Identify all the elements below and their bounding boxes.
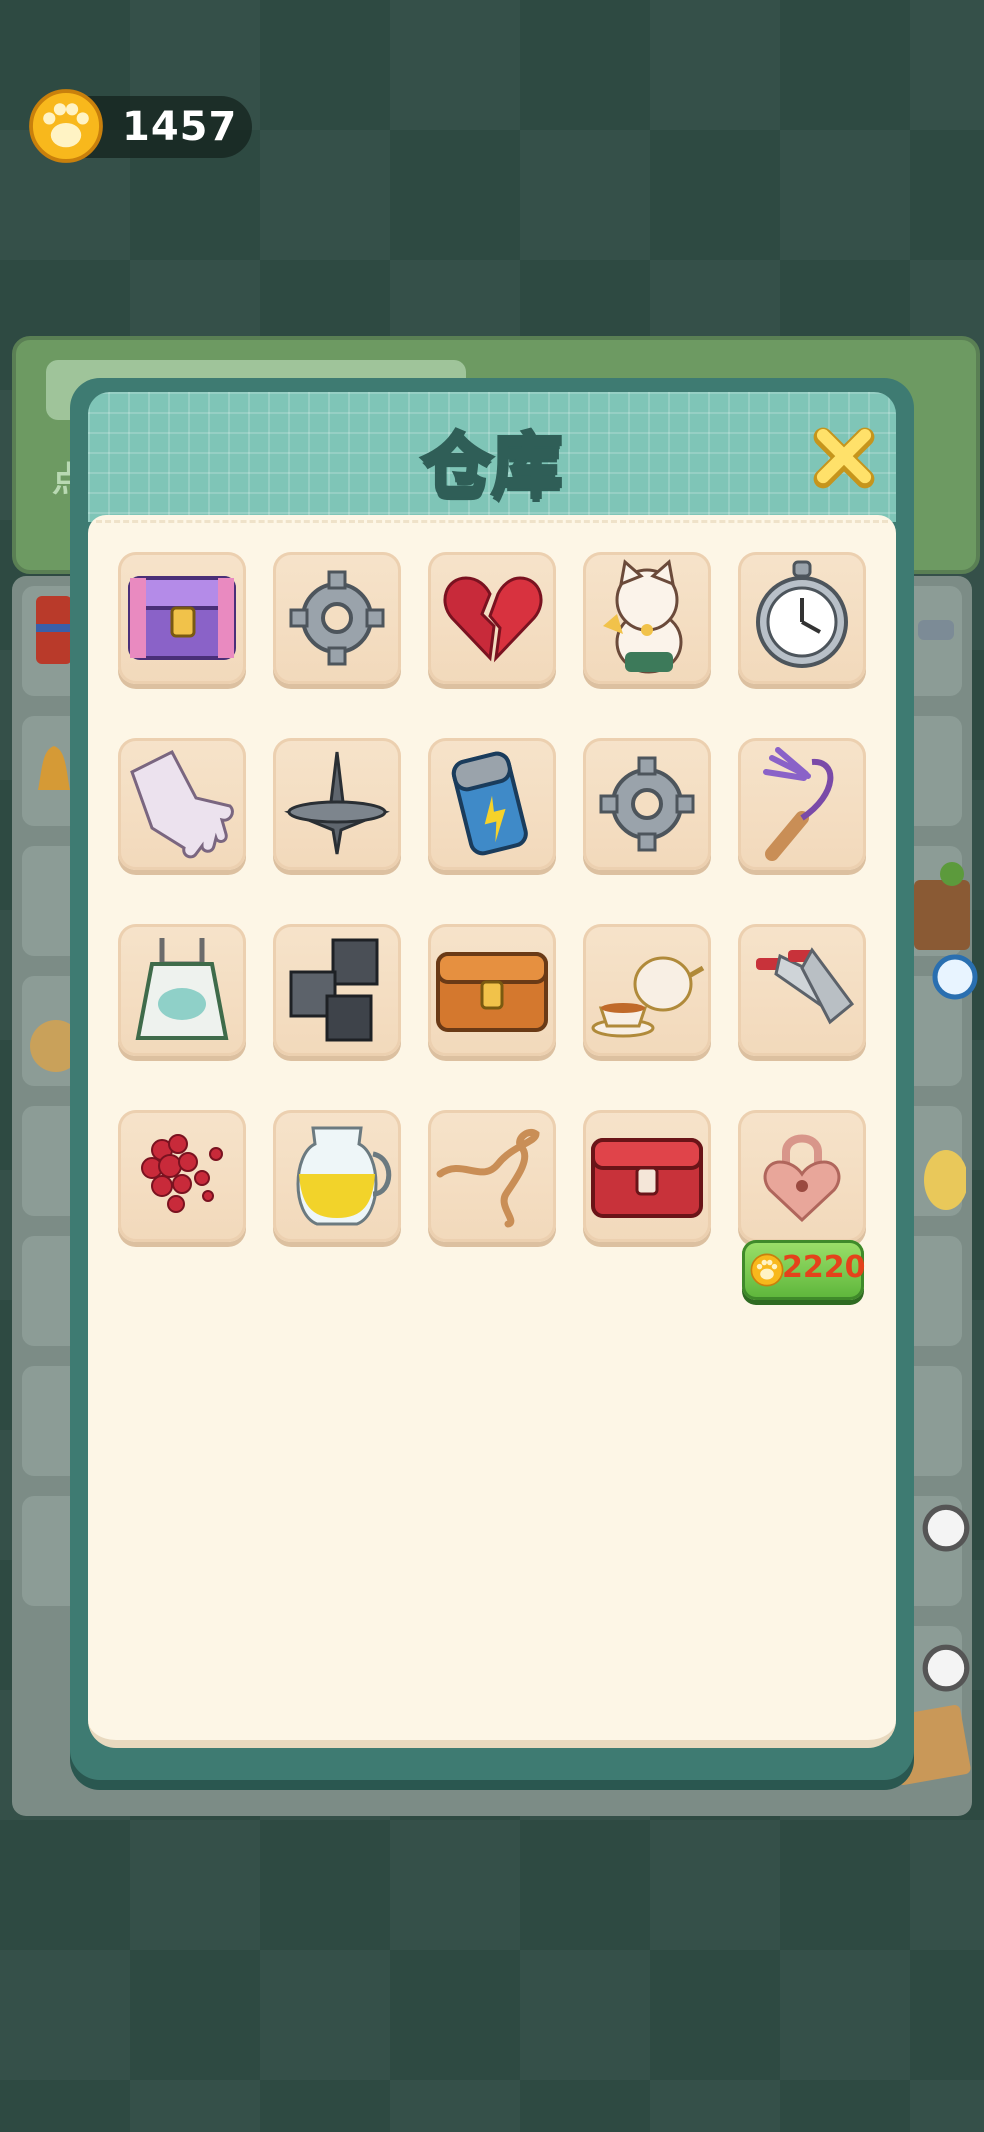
peek-bell-icon [38, 746, 70, 790]
pocket-watch-icon [756, 560, 848, 668]
tea-set-icon [591, 956, 705, 1038]
inventory-slot[interactable] [118, 924, 246, 1056]
gear-icon [599, 756, 695, 852]
locked-slot[interactable] [738, 1110, 866, 1242]
close-icon[interactable] [806, 420, 882, 496]
lucky-cat-icon [603, 559, 683, 674]
inventory-slot[interactable] [118, 738, 246, 870]
paw-coin-icon [750, 1253, 784, 1287]
inventory-slot[interactable] [273, 552, 401, 684]
broken-heart-icon [443, 576, 543, 663]
inventory-slot[interactable] [428, 924, 556, 1056]
inventory-slot[interactable] [583, 1110, 711, 1242]
spinning-top-icon [284, 751, 390, 855]
peek-tool-icon [918, 620, 954, 640]
currency-amount: 1457 [122, 104, 238, 150]
peek-stopwatch-icon [922, 1644, 970, 1692]
inventory-slot[interactable] [118, 552, 246, 684]
red-chest-icon [591, 1138, 703, 1218]
wooden-chest-icon [436, 952, 548, 1032]
inventory-slot[interactable] [583, 924, 711, 1056]
red-petals-icon [141, 1134, 223, 1213]
unlock-price: 2220 [782, 1250, 866, 1285]
rubber-glove-icon [130, 749, 234, 859]
inventory-slot[interactable] [273, 1110, 401, 1242]
inventory-slot[interactable] [738, 552, 866, 684]
rope-icon [436, 1129, 540, 1228]
battery-icon [451, 751, 528, 856]
peek-crate-icon [914, 862, 970, 950]
inventory-slot[interactable] [118, 1110, 246, 1242]
cleaver-knives-icon [756, 947, 855, 1025]
locked-slot-icon [763, 1134, 841, 1223]
purple-chest-icon [128, 576, 236, 660]
inventory-slot[interactable] [428, 1110, 556, 1242]
header-divider [96, 520, 888, 523]
peek-food-icon [924, 1150, 966, 1210]
gear-icon [289, 570, 385, 666]
currency-display[interactable]: 1457 [29, 89, 252, 163]
inventory-slot[interactable] [583, 552, 711, 684]
peek-paw-cookie-icon [30, 1020, 72, 1072]
inventory-slot[interactable] [273, 738, 401, 870]
oil-jug-icon [296, 1126, 392, 1226]
whip-icon [763, 747, 834, 861]
peek-stopwatch-icon [922, 1504, 970, 1552]
peek-stopwatch-icon [932, 954, 978, 1000]
cat-apron-icon [135, 938, 229, 1040]
warehouse-title: 仓库 [420, 423, 564, 509]
inventory-slot[interactable] [273, 924, 401, 1056]
inventory-slot[interactable] [583, 738, 711, 870]
peek-red-box-icon [36, 596, 72, 664]
inventory-slot[interactable] [428, 552, 556, 684]
inventory-slot[interactable] [428, 738, 556, 870]
unlock-slot-button[interactable]: 2220 [742, 1240, 866, 1300]
metal-cubes-icon [289, 938, 379, 1042]
paw-coin-icon [29, 89, 103, 163]
inventory-slot[interactable] [738, 738, 866, 870]
inventory-slot[interactable] [738, 924, 866, 1056]
